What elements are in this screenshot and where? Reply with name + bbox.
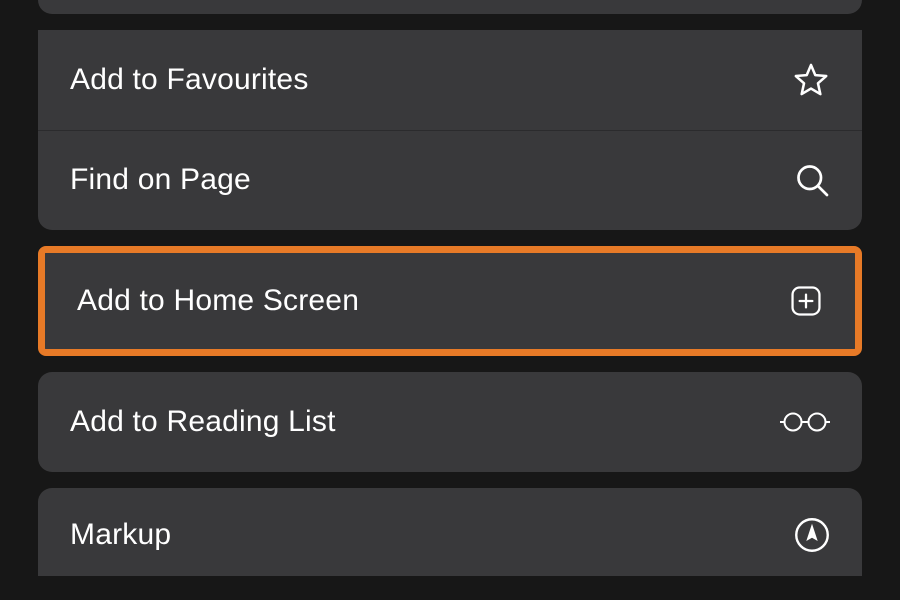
menu-group-3: Markup xyxy=(38,488,862,576)
glasses-icon xyxy=(780,407,830,437)
plus-square-icon xyxy=(789,284,823,318)
menu-item-add-to-home-screen[interactable]: Add to Home Screen xyxy=(45,253,855,349)
highlight-box: Add to Home Screen xyxy=(38,246,862,356)
menu-group-2: Add to Reading List xyxy=(38,372,862,472)
menu-item-label: Markup xyxy=(70,518,171,552)
menu-item-add-to-reading-list[interactable]: Add to Reading List xyxy=(38,372,862,472)
menu-item-label: Add to Home Screen xyxy=(77,284,359,318)
star-icon xyxy=(792,61,830,99)
menu-item-add-to-favourites[interactable]: Add to Favourites xyxy=(38,30,862,130)
menu-item-markup[interactable]: Markup xyxy=(38,488,862,576)
previous-group-peek xyxy=(38,0,862,14)
menu-item-label: Add to Favourites xyxy=(70,63,309,97)
search-icon xyxy=(794,162,830,198)
menu-item-label: Find on Page xyxy=(70,163,251,197)
menu-item-find-on-page[interactable]: Find on Page xyxy=(38,130,862,230)
markup-icon xyxy=(794,517,830,553)
menu-item-label: Add to Reading List xyxy=(70,405,336,439)
menu-group-1: Add to Favourites Find on Page xyxy=(38,30,862,230)
